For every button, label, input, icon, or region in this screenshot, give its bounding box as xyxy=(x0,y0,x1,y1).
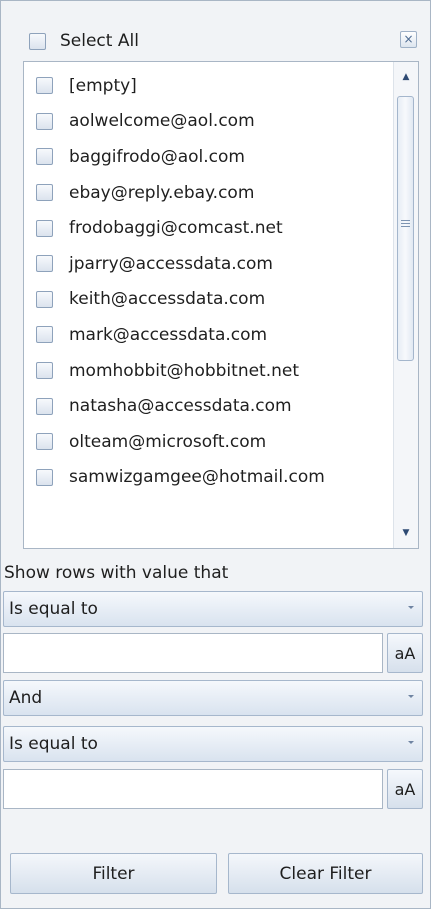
value-list[interactable]: [empty] aolwelcome@aol.com baggifrodo@aol.… xyxy=(23,61,419,549)
item-checkbox[interactable] xyxy=(36,433,53,451)
item-label: frodobaggi@comcast.net xyxy=(69,218,283,239)
close-icon[interactable]: × xyxy=(400,31,417,48)
condition1-operator-select[interactable]: Is equal to xyxy=(3,591,423,627)
item-checkbox[interactable] xyxy=(36,326,53,344)
item-checkbox[interactable] xyxy=(36,290,53,308)
chevron-down-icon xyxy=(408,606,414,609)
chevron-down-icon xyxy=(408,695,414,698)
condition2-operator-value: Is equal to xyxy=(9,734,98,754)
join-operator-select[interactable]: And xyxy=(3,680,423,716)
condition2-match-case-button[interactable]: aA xyxy=(387,769,423,809)
item-label: samwizgamgee@hotmail.com xyxy=(69,467,325,488)
item-label: mark@accessdata.com xyxy=(69,324,268,345)
scroll-thumb[interactable] xyxy=(397,96,414,361)
item-label: keith@accessdata.com xyxy=(69,289,266,310)
scroll-down-icon[interactable]: ▼ xyxy=(396,522,416,544)
item-checkbox[interactable] xyxy=(36,219,53,237)
clear-filter-button[interactable]: Clear Filter xyxy=(228,853,423,894)
select-all-checkbox[interactable] xyxy=(29,32,46,50)
item-label: olteam@microsoft.com xyxy=(69,431,267,452)
item-label: baggifrodo@aol.com xyxy=(69,146,245,167)
filter-button[interactable]: Filter xyxy=(10,853,217,894)
item-checkbox[interactable] xyxy=(36,112,53,130)
filter-popup: Select All × [empty] aolwelcome@aol.com ba… xyxy=(0,0,431,909)
list-item[interactable]: momhobbit@hobbitnet.net xyxy=(24,353,394,389)
item-checkbox[interactable] xyxy=(36,148,53,166)
list-item[interactable]: baggifrodo@aol.com xyxy=(24,139,394,175)
select-all-row[interactable]: Select All × xyxy=(23,23,419,59)
item-label: ebay@reply.ebay.com xyxy=(69,182,255,203)
condition2-operator-select[interactable]: Is equal to xyxy=(3,726,423,762)
item-checkbox[interactable] xyxy=(36,255,53,273)
condition1-match-case-button[interactable]: aA xyxy=(387,633,423,673)
item-checkbox[interactable] xyxy=(36,468,53,486)
list-item[interactable]: jparry@accessdata.com xyxy=(24,246,394,282)
item-checkbox[interactable] xyxy=(36,184,53,202)
condition1-operator-value: Is equal to xyxy=(9,599,98,619)
value-list-items: [empty] aolwelcome@aol.com baggifrodo@aol.… xyxy=(24,68,394,495)
list-item[interactable]: aolwelcome@aol.com xyxy=(24,104,394,140)
condition2-value-input[interactable] xyxy=(3,769,383,809)
scroll-up-icon[interactable]: ▲ xyxy=(396,66,416,88)
list-item[interactable]: mark@accessdata.com xyxy=(24,317,394,353)
item-label: natasha@accessdata.com xyxy=(69,396,292,417)
list-item[interactable]: samwizgamgee@hotmail.com xyxy=(24,460,394,496)
item-checkbox[interactable] xyxy=(36,362,53,380)
filter-section-label: Show rows with value that xyxy=(4,563,229,583)
list-item[interactable]: keith@accessdata.com xyxy=(24,282,394,318)
item-label: [empty] xyxy=(69,75,137,96)
condition1-value-input[interactable] xyxy=(3,633,383,673)
select-all-label: Select All xyxy=(60,31,139,51)
item-label: aolwelcome@aol.com xyxy=(69,111,255,132)
item-checkbox[interactable] xyxy=(36,77,53,95)
list-item[interactable]: frodobaggi@comcast.net xyxy=(24,210,394,246)
item-checkbox[interactable] xyxy=(36,397,53,415)
list-item[interactable]: ebay@reply.ebay.com xyxy=(24,175,394,211)
item-label: jparry@accessdata.com xyxy=(69,253,273,274)
join-operator-value: And xyxy=(9,688,43,708)
chevron-down-icon xyxy=(408,741,414,744)
list-item[interactable]: natasha@accessdata.com xyxy=(24,388,394,424)
scroll-grip-icon xyxy=(401,220,410,229)
item-label: momhobbit@hobbitnet.net xyxy=(69,360,300,381)
list-scrollbar[interactable]: ▲ ▼ xyxy=(393,62,418,548)
list-item[interactable]: [empty] xyxy=(24,68,394,104)
list-item[interactable]: olteam@microsoft.com xyxy=(24,424,394,460)
